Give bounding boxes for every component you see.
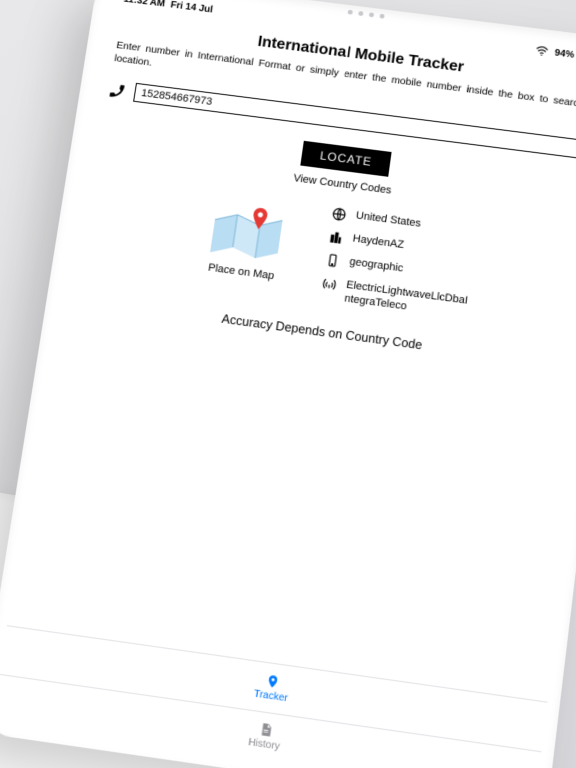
status-time: 11:32 AM xyxy=(123,0,166,9)
building-icon xyxy=(328,230,344,245)
signal-icon xyxy=(322,276,338,291)
map-pin-icon xyxy=(253,207,269,222)
detail-country-value: United States xyxy=(355,210,422,232)
phone-icon xyxy=(108,81,126,99)
device-front: 11:32 AM Fri 14 Jul 94% xyxy=(0,0,576,768)
detail-type-value: geographic xyxy=(348,256,403,276)
status-date: Fri 14 Jul xyxy=(170,0,214,15)
detail-carrier: ElectricLightwaveLlcDbaIntegraTeleco xyxy=(320,276,472,322)
tab-label: Tracker xyxy=(253,688,288,704)
battery-percent: 94% xyxy=(554,47,575,60)
place-on-map-button[interactable]: Place on Map xyxy=(186,204,303,285)
globe-icon xyxy=(331,207,347,222)
location-pin-icon xyxy=(265,672,281,690)
map-caption: Place on Map xyxy=(186,259,295,285)
locate-button[interactable]: LOCATE xyxy=(301,141,391,177)
detail-city-value: HaydenAZ xyxy=(352,233,405,253)
mobile-icon xyxy=(325,253,341,268)
wifi-icon xyxy=(535,45,550,56)
document-icon xyxy=(258,720,274,738)
map-icon xyxy=(208,206,285,263)
lookup-details: United States HaydenAZ geo xyxy=(320,207,481,323)
tab-label: History xyxy=(247,737,280,753)
detail-carrier-value: ElectricLightwaveLlcDbaIntegraTeleco xyxy=(343,279,471,322)
